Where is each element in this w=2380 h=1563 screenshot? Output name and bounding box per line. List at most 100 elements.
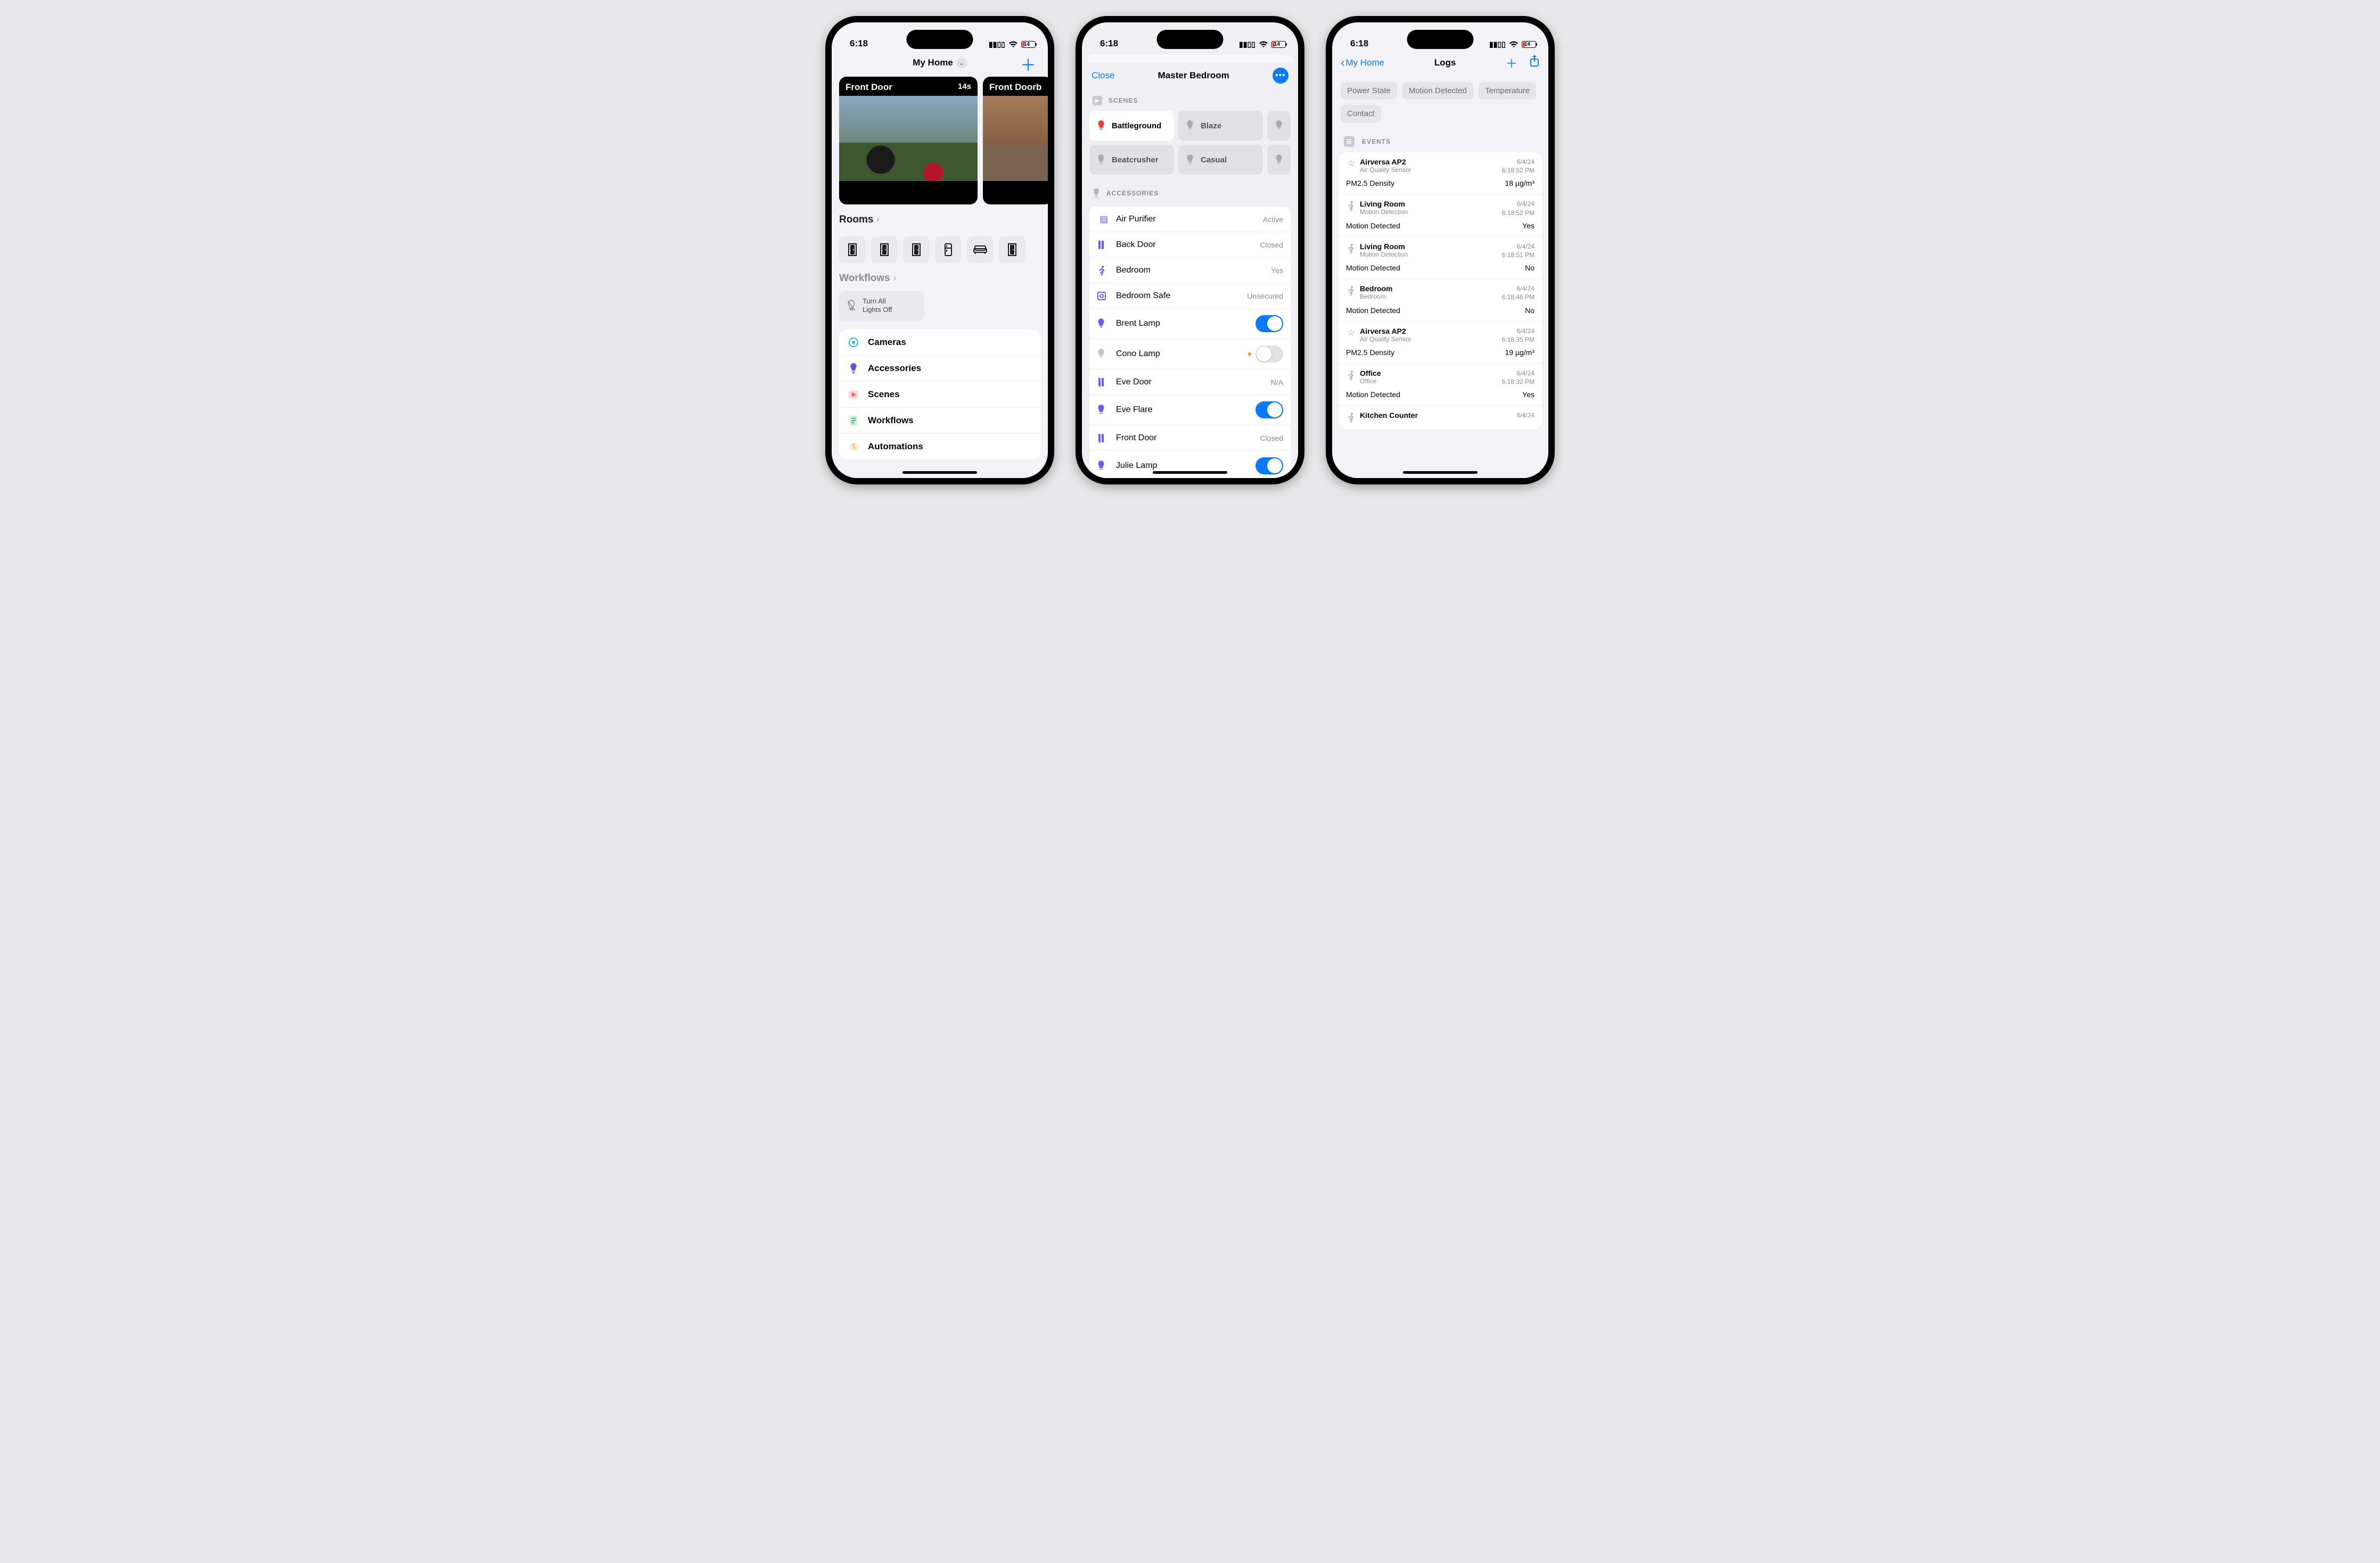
accessory-row[interactable]: Back DoorClosed	[1089, 232, 1291, 258]
accessory-row[interactable]: Bedroom SafeUnsecured	[1089, 283, 1291, 309]
lightbulb-icon	[1093, 188, 1100, 198]
add-button[interactable]: ＋	[1020, 52, 1036, 76]
menu-row-scenes[interactable]: Scenes	[839, 382, 1040, 408]
accessory-row[interactable]: Eve Flare	[1089, 395, 1291, 425]
scene-tile-more[interactable]	[1267, 145, 1291, 175]
motion-icon	[1346, 411, 1360, 423]
filter-chip[interactable]: Motion Detected	[1402, 82, 1473, 100]
room-tile[interactable]	[871, 236, 898, 263]
room-tile[interactable]	[903, 236, 930, 263]
menu-row-automations[interactable]: Automations	[839, 434, 1040, 459]
toggle-switch[interactable]	[1255, 315, 1283, 332]
scene-tile[interactable]: Casual	[1178, 145, 1263, 175]
home-indicator[interactable]	[1403, 471, 1478, 474]
accessory-row[interactable]: BedroomYes	[1089, 258, 1291, 283]
event-subtitle: Motion Detection	[1360, 251, 1502, 258]
event-list[interactable]: Airversa AP2Air Quality Sensor6/4/246:18…	[1339, 152, 1542, 429]
battery-icon: 14	[1522, 41, 1530, 48]
room-sheet: Close Master Bedroom ••• ▶ SCENES Battle…	[1082, 63, 1298, 478]
event-row[interactable]: Living RoomMotion Detection6/4/246:18:51…	[1339, 237, 1542, 279]
scene-tile-more[interactable]	[1267, 111, 1291, 141]
event-row[interactable]: BedroomBedroom6/4/246:18:46 PMMotion Det…	[1339, 279, 1542, 321]
close-button[interactable]: Close	[1091, 70, 1114, 81]
dynamic-island	[907, 30, 973, 49]
menu-row-cameras[interactable]: Cameras	[839, 330, 1040, 356]
back-button[interactable]: ‹ My Home	[1341, 57, 1384, 69]
room-tile[interactable]	[839, 236, 866, 263]
scene-tile[interactable]: Blaze	[1178, 111, 1263, 141]
nav-actions: ＋	[1506, 54, 1540, 71]
bulb-icon	[848, 363, 859, 374]
room-tile[interactable]	[935, 236, 962, 263]
lightbulb-off-icon	[847, 300, 856, 311]
workflow-card[interactable]: Turn All Lights Off	[839, 291, 924, 321]
camera-carousel[interactable]: Front Door 14s Front Doorb	[839, 77, 1040, 204]
toggle-switch[interactable]	[1255, 345, 1283, 363]
event-subtitle: Air Quality Sensor	[1360, 335, 1502, 343]
sheet-body[interactable]: ▶ SCENES BattlegroundBlazeBeatcrusherCas…	[1082, 88, 1298, 478]
scene-tile[interactable]: Battleground	[1089, 111, 1174, 141]
lightbulb-icon	[1097, 154, 1105, 165]
toggle-switch[interactable]	[1255, 457, 1283, 474]
event-subtitle: Air Quality Sensor	[1360, 166, 1502, 174]
event-value: No	[1525, 264, 1534, 272]
event-subtitle: Office	[1360, 377, 1502, 385]
event-accessory: Airversa AP2	[1360, 158, 1502, 166]
bulb-icon	[1097, 318, 1111, 329]
content-scroll[interactable]: Front Door 14s Front Doorb Rooms ›	[832, 75, 1048, 478]
accessory-row[interactable]: Julie Lamp	[1089, 451, 1291, 478]
accessory-status: Unsecured	[1247, 292, 1283, 300]
home-selector[interactable]: My Home ⌄	[913, 57, 967, 68]
share-button[interactable]	[1529, 54, 1540, 71]
event-value: Yes	[1522, 390, 1534, 399]
event-row[interactable]: Kitchen Counter6/4/24	[1339, 406, 1542, 429]
camera-thumbnail	[983, 96, 1048, 181]
workflows-heading[interactable]: Workflows ›	[839, 273, 1040, 284]
event-row[interactable]: Airversa AP2Air Quality Sensor6/4/246:18…	[1339, 322, 1542, 364]
event-row[interactable]: Airversa AP2Air Quality Sensor6/4/246:18…	[1339, 152, 1542, 194]
accessories-heading: ACCESSORIES	[1089, 184, 1291, 203]
add-button[interactable]: ＋	[1506, 54, 1517, 71]
accessory-row[interactable]: ▤Air PurifierActive	[1089, 207, 1291, 232]
accessory-row[interactable]: Front DoorClosed	[1089, 425, 1291, 451]
play-icon: ▶	[1093, 96, 1102, 105]
event-row[interactable]: Living RoomMotion Detection6/4/246:18:52…	[1339, 194, 1542, 236]
nav-menu: CamerasAccessories Scenes WorkflowsAutomat…	[839, 330, 1040, 459]
filter-chip[interactable]: Contact	[1341, 105, 1381, 122]
room-tile[interactable]	[967, 236, 994, 263]
phone-logs: 6:18 ▮▮▯▯ 14 ‹ My Home Logs ＋ Power Stat…	[1326, 16, 1555, 484]
camera-card[interactable]: Front Door 14s	[839, 77, 978, 204]
sheet-title: Master Bedroom	[1158, 70, 1229, 81]
home-title: My Home	[913, 57, 953, 68]
door-icon	[1097, 433, 1111, 443]
scene-tile[interactable]: Beatcrusher	[1089, 145, 1174, 175]
accessory-row[interactable]: Eve DoorN/A	[1089, 369, 1291, 395]
filter-chip[interactable]: Power State	[1341, 82, 1397, 100]
more-button[interactable]: •••	[1273, 68, 1289, 84]
scene-icon	[848, 390, 859, 399]
sheet-nav: Close Master Bedroom •••	[1082, 63, 1298, 88]
room-tile-row[interactable]	[839, 236, 1040, 263]
accessory-row[interactable]: Brent Lamp	[1089, 309, 1291, 339]
home-indicator[interactable]	[1153, 471, 1227, 474]
dynamic-island	[1157, 30, 1224, 49]
toggle-switch[interactable]	[1255, 401, 1283, 418]
rooms-heading[interactable]: Rooms ›	[839, 214, 1040, 226]
filter-chips: Power State Motion Detected Temperature Con…	[1332, 75, 1548, 126]
menu-row-workflows[interactable]: Workflows	[839, 408, 1040, 434]
camera-card[interactable]: Front Doorb	[983, 77, 1048, 204]
menu-label: Scenes	[868, 389, 900, 400]
filter-chip[interactable]: Temperature	[1479, 82, 1536, 100]
event-metric: Motion Detected	[1346, 306, 1400, 315]
room-tile[interactable]	[999, 236, 1025, 263]
event-row[interactable]: OfficeOffice6/4/246:18:32 PMMotion Detec…	[1339, 364, 1542, 406]
safe-icon	[1097, 291, 1111, 301]
accessory-name: Bedroom	[1111, 266, 1271, 275]
menu-row-accessories[interactable]: Accessories	[839, 356, 1040, 382]
event-metric: Motion Detected	[1346, 221, 1400, 230]
cellular-icon: ▮▮▯▯	[1489, 40, 1506, 49]
accessory-row[interactable]: Cono Lamp	[1089, 339, 1291, 369]
motion-icon	[1346, 242, 1360, 254]
home-indicator[interactable]	[902, 471, 977, 474]
dynamic-island	[1407, 30, 1474, 49]
